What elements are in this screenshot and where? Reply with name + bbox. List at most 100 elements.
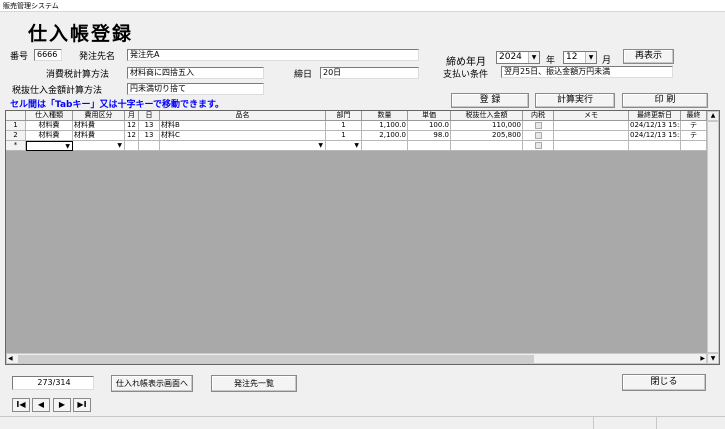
register-button[interactable]: 登 録 bbox=[451, 93, 529, 108]
chevron-down-icon[interactable]: ▼ bbox=[318, 141, 323, 150]
year-unit: 年 bbox=[546, 56, 556, 66]
type-cell[interactable]: 材料費 bbox=[26, 131, 73, 141]
last-record-icon[interactable]: ▶I bbox=[73, 398, 91, 412]
purchase-view-button[interactable]: 仕入れ帳表示画面へ bbox=[111, 375, 193, 392]
memo-cell[interactable] bbox=[554, 121, 629, 131]
horizontal-scrollbar[interactable]: ◀ ▶ bbox=[6, 353, 707, 364]
col-updated[interactable]: 最終更新日 bbox=[629, 111, 681, 121]
number-field[interactable]: 6666 bbox=[34, 49, 62, 61]
window-title: 販売管理システム bbox=[0, 0, 725, 12]
cost-select[interactable]: ▼ bbox=[73, 141, 125, 151]
day-cell[interactable] bbox=[139, 141, 160, 151]
supplier-field[interactable]: 発注先A bbox=[127, 49, 419, 61]
scroll-left-icon[interactable]: ◀ bbox=[8, 354, 13, 364]
amount-cell[interactable]: 110,000 bbox=[451, 121, 523, 131]
amount-cell[interactable]: 205,800 bbox=[451, 131, 523, 141]
day-cell[interactable]: 13 bbox=[139, 131, 160, 141]
amount-cell[interactable] bbox=[451, 141, 523, 151]
cost-cell[interactable]: 材料費 bbox=[73, 121, 125, 131]
vertical-scrollbar[interactable] bbox=[707, 121, 719, 353]
excl-calc-field[interactable]: 円未満切り捨て bbox=[127, 83, 264, 95]
col-type[interactable]: 仕入種類 bbox=[26, 111, 73, 121]
col-amount[interactable]: 税抜仕入金額 bbox=[451, 111, 523, 121]
month-cell[interactable]: 12 bbox=[125, 131, 139, 141]
chevron-down-icon[interactable]: ▼ bbox=[528, 52, 539, 63]
closing-day-label: 締日 bbox=[294, 70, 313, 80]
month-select[interactable]: 12 ▼ bbox=[563, 51, 597, 64]
row-number: 2 bbox=[6, 131, 26, 141]
dept-cell[interactable]: 1 bbox=[326, 131, 362, 141]
payment-label: 支払い条件 bbox=[443, 70, 489, 80]
col-cost[interactable]: 費用区分 bbox=[73, 111, 125, 121]
chevron-down-icon[interactable]: ▼ bbox=[117, 141, 122, 150]
taxin-checkbox[interactable] bbox=[523, 131, 554, 141]
qty-cell[interactable] bbox=[362, 141, 408, 151]
col-item[interactable]: 品名 bbox=[160, 111, 326, 121]
tax-calc-field[interactable]: 材料商に四捨五入 bbox=[127, 67, 264, 79]
status-bar bbox=[0, 416, 725, 429]
close-button[interactable]: 閉じる bbox=[622, 374, 706, 391]
taxin-checkbox[interactable] bbox=[523, 121, 554, 131]
col-price[interactable]: 単価 bbox=[408, 111, 451, 121]
item-select[interactable]: ▼ bbox=[160, 141, 326, 151]
scroll-right-icon[interactable]: ▶ bbox=[700, 354, 705, 364]
col-memo[interactable]: メモ bbox=[554, 111, 629, 121]
record-counter: 273/314 bbox=[12, 376, 94, 390]
chevron-down-icon[interactable]: ▼ bbox=[354, 141, 359, 150]
memo-cell[interactable] bbox=[554, 141, 629, 151]
qty-cell[interactable]: 1,100.0 bbox=[362, 121, 408, 131]
chevron-down-icon[interactable]: ▼ bbox=[65, 142, 70, 150]
type-cell[interactable]: 材料費 bbox=[26, 121, 73, 131]
next-record-icon[interactable]: ▶ bbox=[53, 398, 71, 412]
purchase-grid[interactable]: 仕入種類 費用区分 月 日 品名 部門 数量 単価 税抜仕入金額 内税 メモ 最… bbox=[5, 110, 720, 365]
horizontal-scroll-thumb[interactable] bbox=[18, 355, 534, 363]
first-record-icon[interactable]: I◀ bbox=[12, 398, 30, 412]
col-taxin[interactable]: 内税 bbox=[523, 111, 554, 121]
new-row[interactable]: * ▼ ▼ ▼ ▼ bbox=[6, 141, 707, 151]
scroll-down-icon[interactable]: ▼ bbox=[707, 353, 719, 364]
excl-calc-label: 税抜仕入金額計算方法 bbox=[12, 86, 103, 96]
item-cell[interactable]: 材料B bbox=[160, 121, 326, 131]
closing-day-field[interactable]: 20日 bbox=[320, 67, 419, 79]
row-number: 1 bbox=[6, 121, 26, 131]
print-button[interactable]: 印 刷 bbox=[622, 93, 708, 108]
month-value: 12 bbox=[566, 52, 578, 62]
table-row[interactable]: 1 材料費 材料費 12 13 材料B 1 1,100.0 100.0 110,… bbox=[6, 121, 707, 131]
last-cell: テ bbox=[681, 131, 707, 141]
price-cell[interactable]: 100.0 bbox=[408, 121, 451, 131]
month-cell[interactable] bbox=[125, 141, 139, 151]
price-cell[interactable]: 98.0 bbox=[408, 131, 451, 141]
refresh-button[interactable]: 再表示 bbox=[623, 49, 674, 64]
table-row[interactable]: 2 材料費 材料費 12 13 材料C 1 2,100.0 98.0 205,8… bbox=[6, 131, 707, 141]
row-header-corner bbox=[6, 111, 26, 121]
new-row-marker: * bbox=[6, 141, 26, 151]
dept-select[interactable]: ▼ bbox=[326, 141, 362, 151]
col-dept[interactable]: 部門 bbox=[326, 111, 362, 121]
type-select[interactable]: ▼ bbox=[26, 141, 73, 151]
price-cell[interactable] bbox=[408, 141, 451, 151]
updated-cell bbox=[629, 141, 681, 151]
calculate-button[interactable]: 計算実行 bbox=[535, 93, 615, 108]
dept-cell[interactable]: 1 bbox=[326, 121, 362, 131]
payment-field[interactable]: 翌月25日、振込金額万円未満 bbox=[501, 66, 673, 78]
navigation-notice: セル間は「Tabキー」又は十字キーで移動できます。 bbox=[10, 100, 225, 110]
month-cell[interactable]: 12 bbox=[125, 121, 139, 131]
cost-cell[interactable]: 材料費 bbox=[73, 131, 125, 141]
day-cell[interactable]: 13 bbox=[139, 121, 160, 131]
grid-header: 仕入種類 費用区分 月 日 品名 部門 数量 単価 税抜仕入金額 内税 メモ 最… bbox=[6, 111, 719, 121]
supplier-list-button[interactable]: 発注先一覧 bbox=[211, 375, 297, 392]
col-day[interactable]: 日 bbox=[139, 111, 160, 121]
memo-cell[interactable] bbox=[554, 131, 629, 141]
chevron-down-icon[interactable]: ▼ bbox=[585, 52, 596, 63]
taxin-checkbox[interactable] bbox=[523, 141, 554, 151]
item-cell[interactable]: 材料C bbox=[160, 131, 326, 141]
qty-cell[interactable]: 2,100.0 bbox=[362, 131, 408, 141]
col-qty[interactable]: 数量 bbox=[362, 111, 408, 121]
number-label: 番号 bbox=[10, 52, 29, 62]
year-select[interactable]: 2024 ▼ bbox=[496, 51, 540, 64]
scroll-up-icon[interactable]: ▲ bbox=[707, 111, 719, 121]
col-last[interactable]: 最終 bbox=[681, 111, 707, 121]
col-month[interactable]: 月 bbox=[125, 111, 139, 121]
year-value: 2024 bbox=[499, 52, 522, 62]
prev-record-icon[interactable]: ◀ bbox=[32, 398, 50, 412]
